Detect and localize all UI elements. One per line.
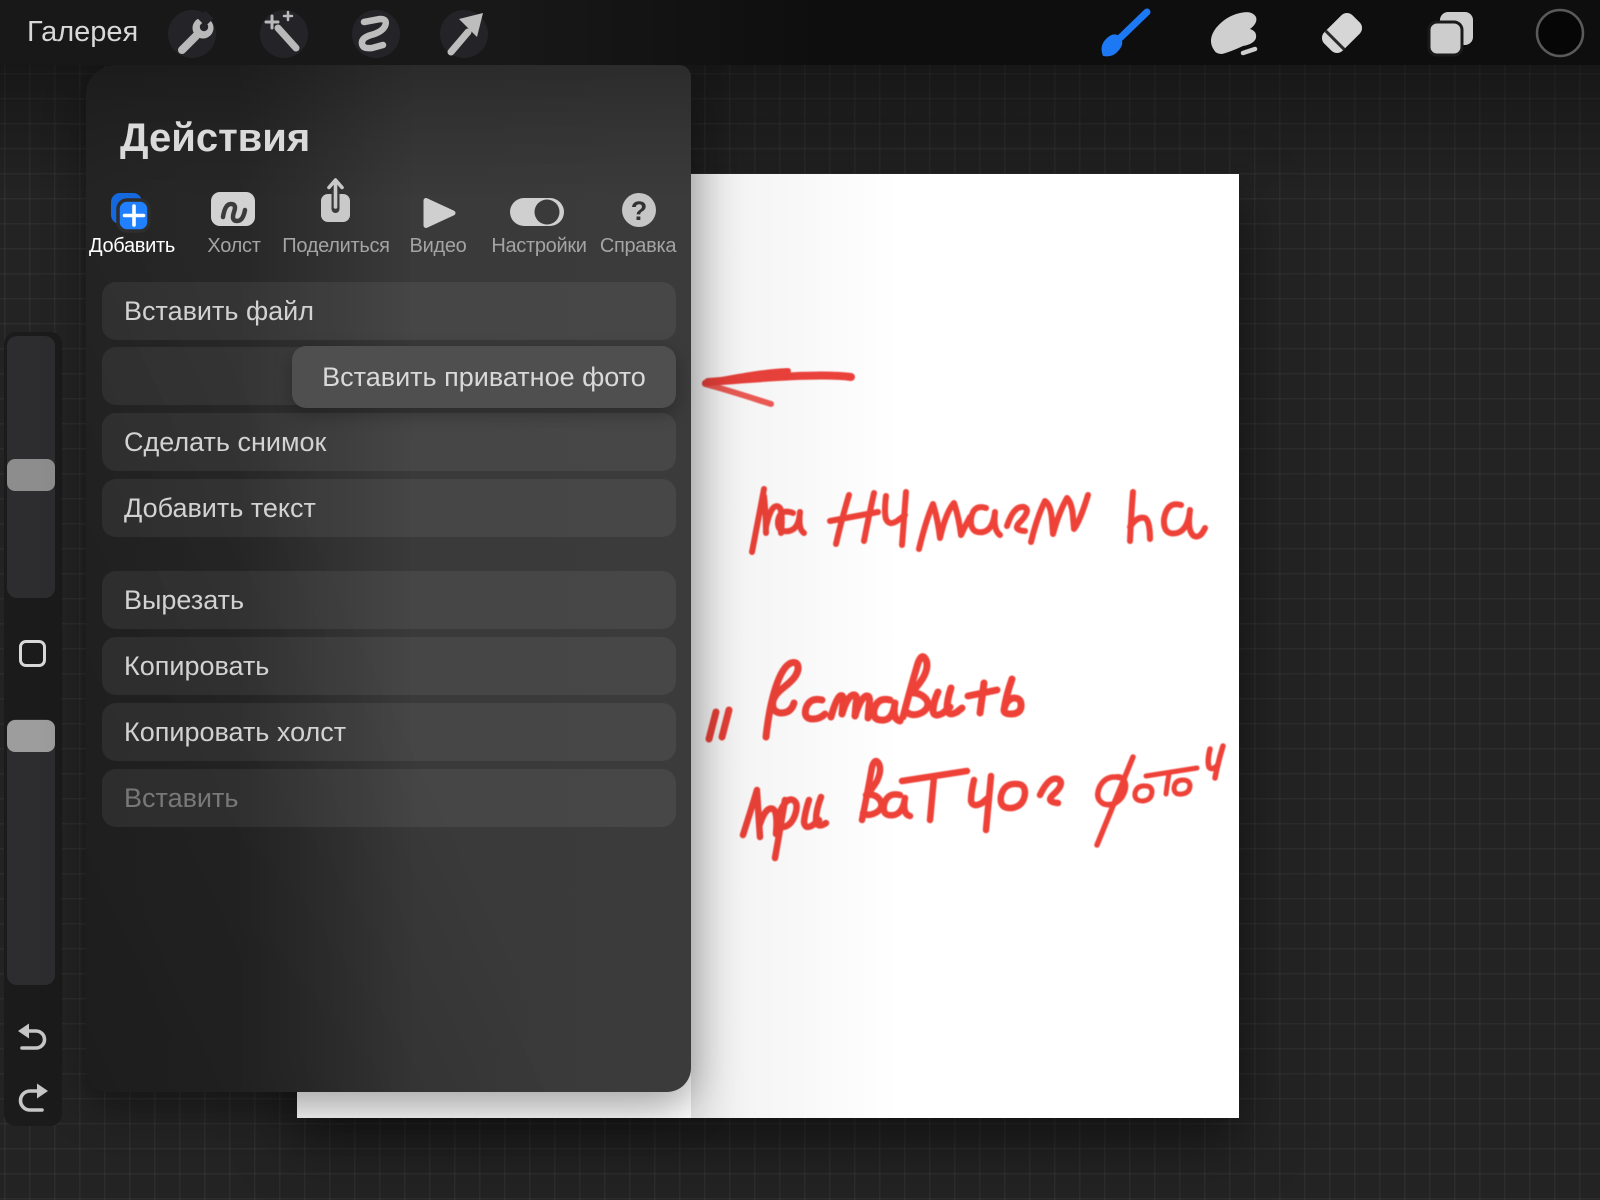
svg-text:?: ? [631,196,648,226]
